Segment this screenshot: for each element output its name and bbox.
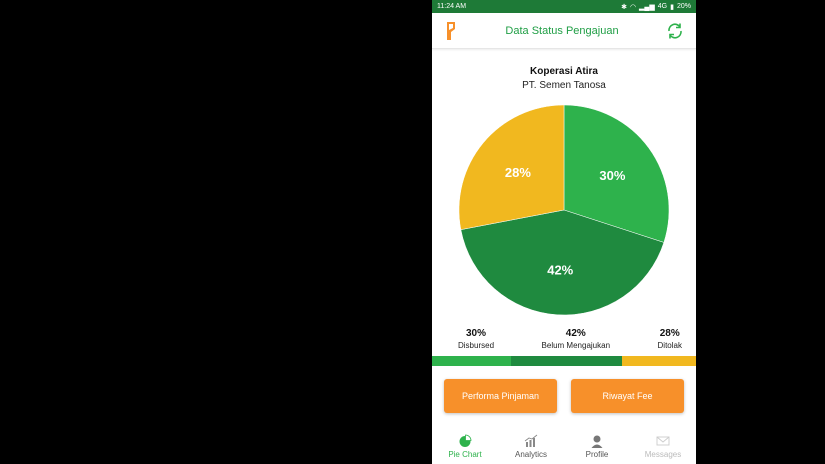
legend-percent: 30%: [466, 328, 487, 339]
signal-icon: ▂▄▆: [639, 3, 655, 11]
status-indicators: ✱ ◠ ▂▄▆ 4G ▮ 20%: [621, 3, 691, 11]
legend-percent: 42%: [565, 328, 586, 339]
company-name: Koperasi Atira: [530, 66, 598, 77]
nav-label: Messages: [644, 449, 682, 459]
pie-slice-label: 28%: [505, 165, 531, 180]
action-buttons: Performa Pinjaman Riwayat Fee: [432, 379, 696, 413]
page-title: Data Status Pengajuan: [505, 24, 619, 37]
battery-icon: ▮: [670, 3, 674, 11]
nav-label: Profile: [585, 449, 609, 459]
performa-pinjaman-button[interactable]: Performa Pinjaman: [444, 379, 557, 413]
proportion-bar: [432, 356, 696, 366]
company-info: Koperasi Atira PT. Semen Tanosa: [432, 66, 696, 91]
nav-item-pie-chart[interactable]: Pie Chart: [432, 428, 498, 464]
pie-chart-svg: 30% 42% 28%: [458, 104, 670, 316]
legend-label: Disbursed: [458, 341, 495, 350]
bottom-navigation: Pie Chart Analytics Profile Messages: [432, 428, 696, 464]
nav-item-analytics[interactable]: Analytics: [498, 428, 564, 464]
phone-screen: 11:24 AM ✱ ◠ ▂▄▆ 4G ▮ 20% Data Status Pe…: [432, 0, 696, 464]
legend-percent: 28%: [659, 328, 680, 339]
nav-item-messages[interactable]: Messages: [630, 428, 696, 464]
riwayat-fee-button[interactable]: Riwayat Fee: [571, 379, 684, 413]
bluetooth-icon: ✱: [621, 3, 627, 11]
app-bar: Data Status Pengajuan: [432, 13, 696, 49]
status-bar: 11:24 AM ✱ ◠ ▂▄▆ 4G ▮ 20%: [432, 0, 696, 13]
analytics-icon: [524, 434, 538, 447]
wifi-icon: ◠: [629, 3, 637, 11]
legend-item-belum-mengajukan: 42% Belum Mengajukan: [542, 328, 610, 350]
pie-slice-label: 30%: [599, 168, 625, 183]
legend-label: Belum Mengajukan: [541, 341, 611, 350]
nav-label: Pie Chart: [448, 449, 482, 459]
pie-slice-label: 42%: [547, 263, 573, 278]
pie-chart-icon: [459, 434, 472, 447]
battery-level: 20%: [676, 3, 691, 10]
app-logo-icon[interactable]: [444, 20, 458, 42]
proportion-segment-belum-mengajukan: [511, 356, 623, 366]
pie-chart[interactable]: 30% 42% 28%: [458, 104, 670, 316]
refresh-icon[interactable]: [666, 22, 684, 40]
company-subtitle: PT. Semen Tanosa: [522, 80, 606, 91]
legend-item-disbursed: 30% Disbursed: [458, 328, 494, 350]
legend-label: Ditolak: [657, 341, 682, 350]
chart-legend: 30% Disbursed 42% Belum Mengajukan 28% D…: [432, 328, 696, 350]
legend-item-ditolak: 28% Ditolak: [658, 328, 682, 350]
messages-icon: [656, 436, 670, 445]
proportion-segment-ditolak: [622, 356, 696, 366]
proportion-segment-disbursed: [432, 356, 512, 366]
network-type: 4G: [657, 3, 668, 10]
profile-icon: [591, 435, 603, 448]
nav-label: Analytics: [514, 449, 547, 459]
nav-item-profile[interactable]: Profile: [564, 428, 630, 464]
status-time: 11:24 AM: [437, 3, 467, 10]
